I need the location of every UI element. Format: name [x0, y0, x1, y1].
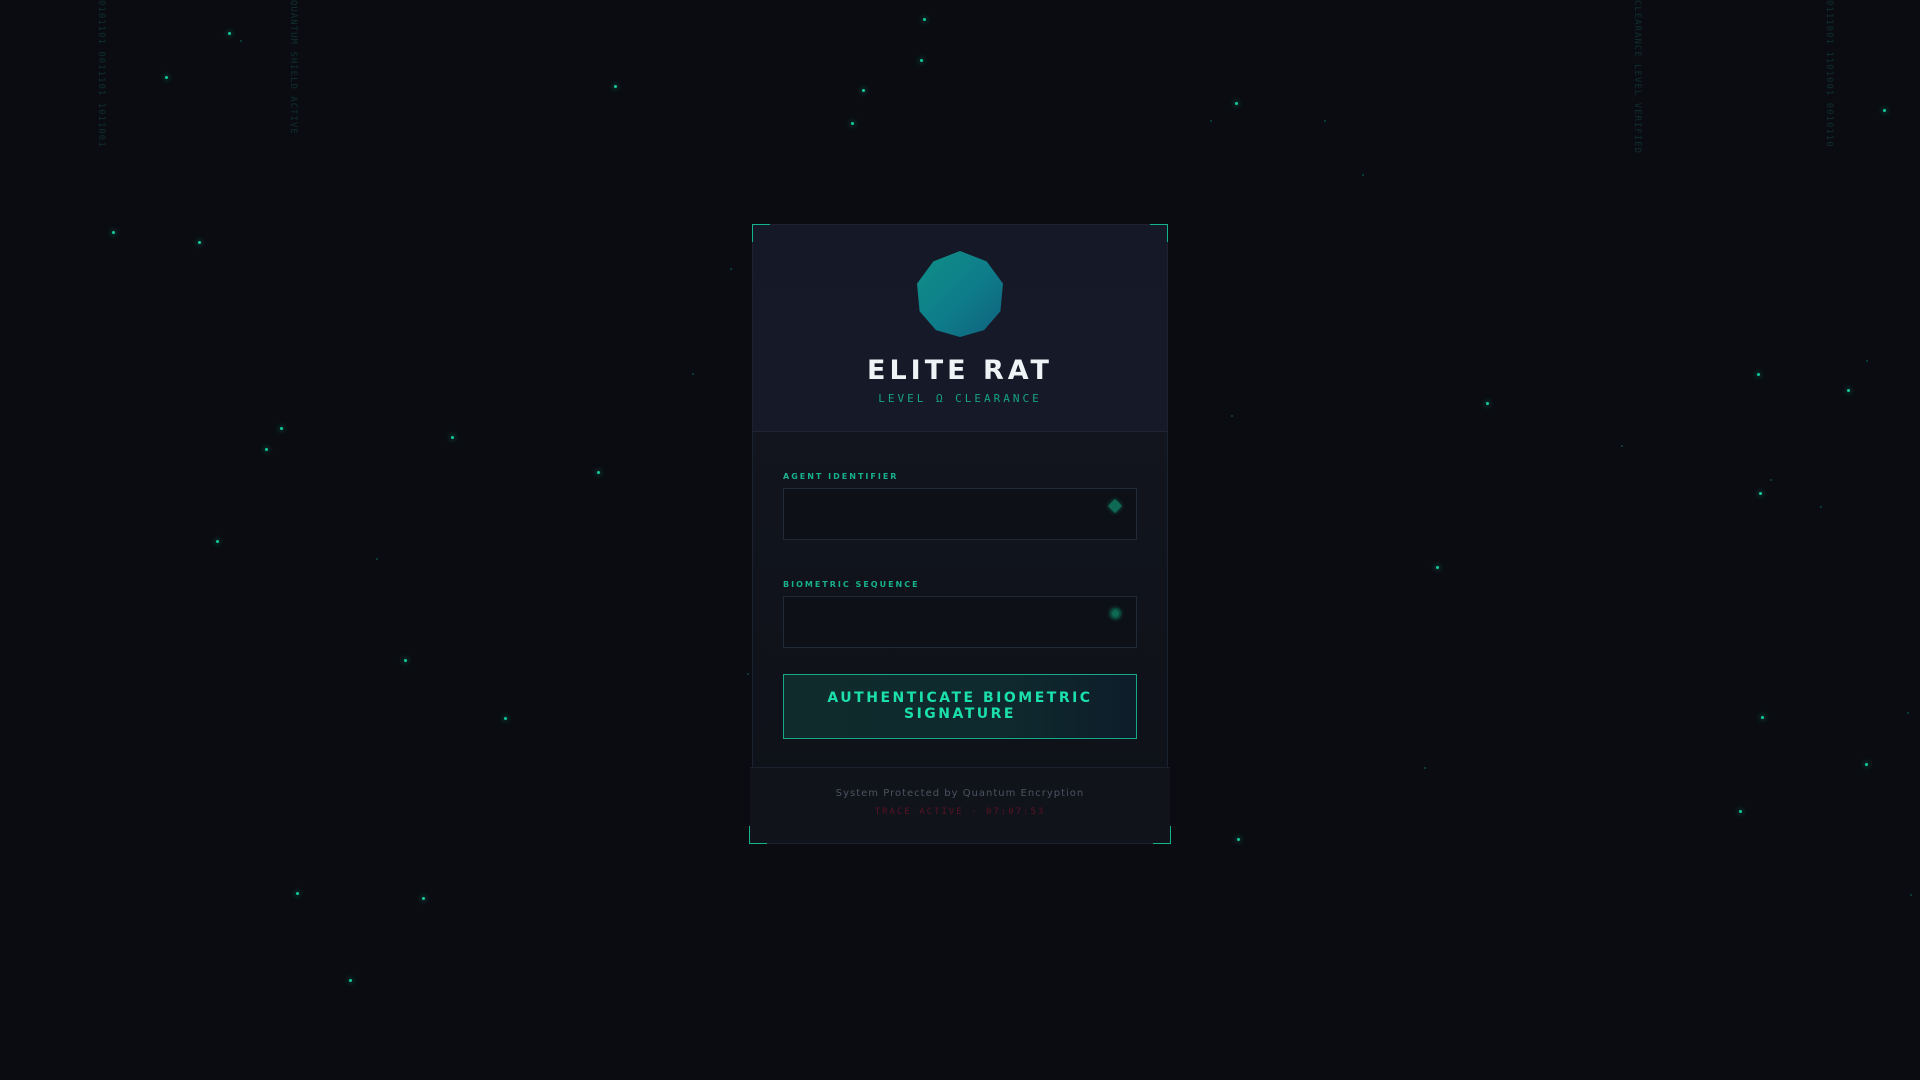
octagon-logo-icon	[917, 251, 1003, 337]
particle	[165, 76, 168, 79]
biometric-sequence-input[interactable]	[784, 597, 1136, 647]
authenticate-button[interactable]: AUTHENTICATE BIOMETRIC SIGNATURE	[783, 674, 1137, 739]
particle	[1761, 716, 1764, 719]
particle	[1907, 712, 1909, 714]
particle	[1865, 763, 1868, 766]
particle	[1883, 109, 1886, 112]
particle	[1237, 838, 1240, 841]
particle	[1910, 894, 1912, 896]
particle	[1324, 120, 1326, 122]
particle	[692, 373, 694, 375]
encryption-note: System Protected by Quantum Encryption	[835, 788, 1085, 799]
particle	[280, 427, 283, 430]
agent-identifier-input[interactable]	[784, 489, 1136, 539]
particle	[730, 268, 732, 270]
particle	[504, 717, 507, 720]
particle	[1739, 810, 1742, 813]
biometric-sequence-wrapper	[783, 596, 1137, 648]
particle	[1235, 102, 1238, 105]
particle	[198, 241, 201, 244]
particle	[1847, 389, 1850, 392]
particle	[597, 471, 600, 474]
particle	[1362, 174, 1364, 176]
particle	[451, 436, 454, 439]
code-stream: 0111001 1101001 0010110	[1824, 0, 1834, 148]
particle	[923, 18, 926, 21]
agent-identifier-label: AGENT IDENTIFIER	[783, 472, 899, 481]
login-panel: ELITE RAT LEVEL Ω CLEARANCE AGENT IDENTI…	[749, 224, 1171, 844]
particle	[862, 89, 865, 92]
panel-footer: System Protected by Quantum Encryption T…	[750, 767, 1170, 843]
panel-corner	[1150, 224, 1168, 242]
particle	[851, 122, 854, 125]
particle	[1770, 479, 1772, 481]
particle	[1436, 566, 1439, 569]
particle	[422, 897, 425, 900]
particle	[1210, 120, 1212, 122]
particle	[1621, 445, 1623, 447]
particle	[1759, 492, 1762, 495]
particle	[1866, 360, 1868, 362]
particle	[920, 59, 923, 62]
panel-corner	[752, 224, 770, 242]
biometric-sequence-label: BIOMETRIC SEQUENCE	[783, 580, 920, 589]
trace-status: TRACE ACTIVE · 07:07:53	[874, 807, 1046, 817]
particle	[349, 979, 352, 982]
particle	[240, 40, 242, 42]
app-title: ELITE RAT	[867, 355, 1053, 386]
agent-identifier-wrapper	[783, 488, 1137, 540]
code-stream: CLEARANCE LEVEL VERIFIED	[1632, 0, 1642, 155]
particle	[404, 659, 407, 662]
particle	[1820, 506, 1822, 508]
particle	[112, 231, 115, 234]
code-stream: QUANTUM SHIELD ACTIVE	[288, 0, 298, 135]
login-form: AGENT IDENTIFIER BIOMETRIC SEQUENCE AUTH…	[753, 472, 1167, 739]
particle	[1757, 373, 1760, 376]
particle	[296, 892, 299, 895]
particle	[216, 540, 219, 543]
particle	[376, 558, 378, 560]
particle	[1486, 402, 1489, 405]
particle	[1231, 415, 1233, 417]
clearance-subtitle: LEVEL Ω CLEARANCE	[878, 392, 1042, 405]
particle	[614, 85, 617, 88]
particle	[265, 448, 268, 451]
particle	[747, 673, 749, 675]
dot-icon	[1110, 608, 1121, 619]
particle	[1424, 767, 1426, 769]
panel-header: ELITE RAT LEVEL Ω CLEARANCE	[753, 225, 1167, 432]
code-stream: 0101101 0011101 1011001	[96, 0, 106, 148]
particle	[228, 32, 231, 35]
